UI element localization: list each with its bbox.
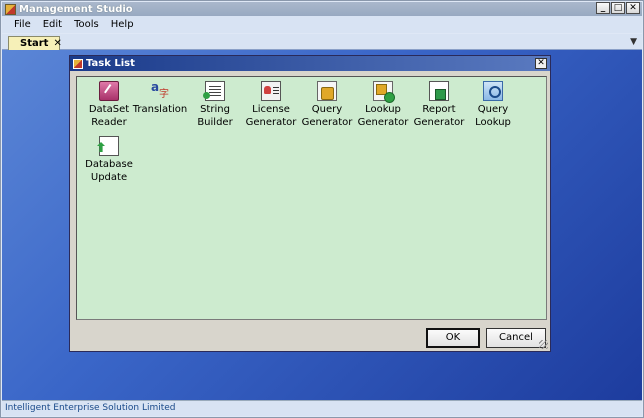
tab-start[interactable]: Start ✕: [8, 36, 62, 51]
status-bar: Intelligent Enterprise Solution Limited: [2, 400, 642, 416]
task-label: Database Update: [85, 159, 133, 183]
tab-start-label: Start: [20, 38, 49, 49]
database-update-icon: [99, 136, 119, 156]
title-bar[interactable]: Management Studio _ □ ✕: [2, 2, 642, 16]
menu-tools[interactable]: Tools: [68, 19, 105, 30]
task-label: Report Generator: [413, 104, 465, 128]
tab-bar: Start ✕ ▼: [2, 34, 642, 51]
task-string-builder[interactable]: String Builder: [187, 81, 243, 129]
task-database-update[interactable]: Database Update: [77, 136, 141, 184]
task-translation[interactable]: Translation: [132, 81, 188, 116]
task-label: Query Lookup: [475, 104, 511, 128]
resize-grip[interactable]: [539, 340, 548, 349]
menu-help[interactable]: Help: [105, 19, 140, 30]
dialog-title: Task List: [86, 58, 135, 69]
dialog-title-bar[interactable]: Task List ✕: [70, 56, 550, 71]
menu-file[interactable]: File: [8, 19, 37, 30]
license-generator-icon: [261, 81, 281, 101]
task-license-generator[interactable]: License Generator: [243, 81, 299, 129]
menu-bar: File Edit Tools Help: [2, 16, 642, 33]
task-dataset-reader[interactable]: DataSet Reader: [81, 81, 137, 129]
task-list-dialog: Task List ✕ DataSet Reader Translation S…: [69, 55, 551, 352]
task-panel: DataSet Reader Translation String Builde…: [76, 76, 547, 320]
task-query-lookup[interactable]: Query Lookup: [465, 81, 521, 129]
translation-icon: [150, 81, 170, 101]
ok-button[interactable]: OK: [426, 328, 480, 348]
dialog-close-button[interactable]: ✕: [535, 58, 547, 69]
task-label: String Builder: [197, 104, 233, 128]
task-label: Query Generator: [301, 104, 353, 128]
task-query-generator[interactable]: Query Generator: [299, 81, 355, 129]
report-generator-icon: [429, 81, 449, 101]
minimize-button[interactable]: _: [596, 2, 610, 14]
window-title: Management Studio: [19, 3, 133, 15]
task-label: Lookup Generator: [357, 104, 409, 128]
task-label: DataSet Reader: [88, 104, 130, 128]
app-icon: [5, 3, 16, 15]
dialog-app-icon: [73, 58, 83, 69]
query-lookup-icon: [483, 81, 503, 101]
menu-edit[interactable]: Edit: [37, 19, 68, 30]
task-label: Translation: [132, 104, 188, 115]
task-lookup-generator[interactable]: Lookup Generator: [355, 81, 411, 129]
close-button[interactable]: ✕: [626, 2, 640, 14]
tab-close-icon[interactable]: ✕: [53, 38, 61, 49]
dataset-reader-icon: [99, 81, 119, 101]
task-report-generator[interactable]: Report Generator: [411, 81, 467, 129]
cancel-button[interactable]: Cancel: [486, 328, 546, 348]
maximize-button[interactable]: □: [611, 2, 625, 14]
query-generator-icon: [317, 81, 337, 101]
task-label: License Generator: [245, 104, 297, 128]
string-builder-icon: [203, 81, 225, 101]
lookup-generator-icon: [373, 81, 395, 103]
tab-dropdown-icon[interactable]: ▼: [630, 37, 637, 47]
